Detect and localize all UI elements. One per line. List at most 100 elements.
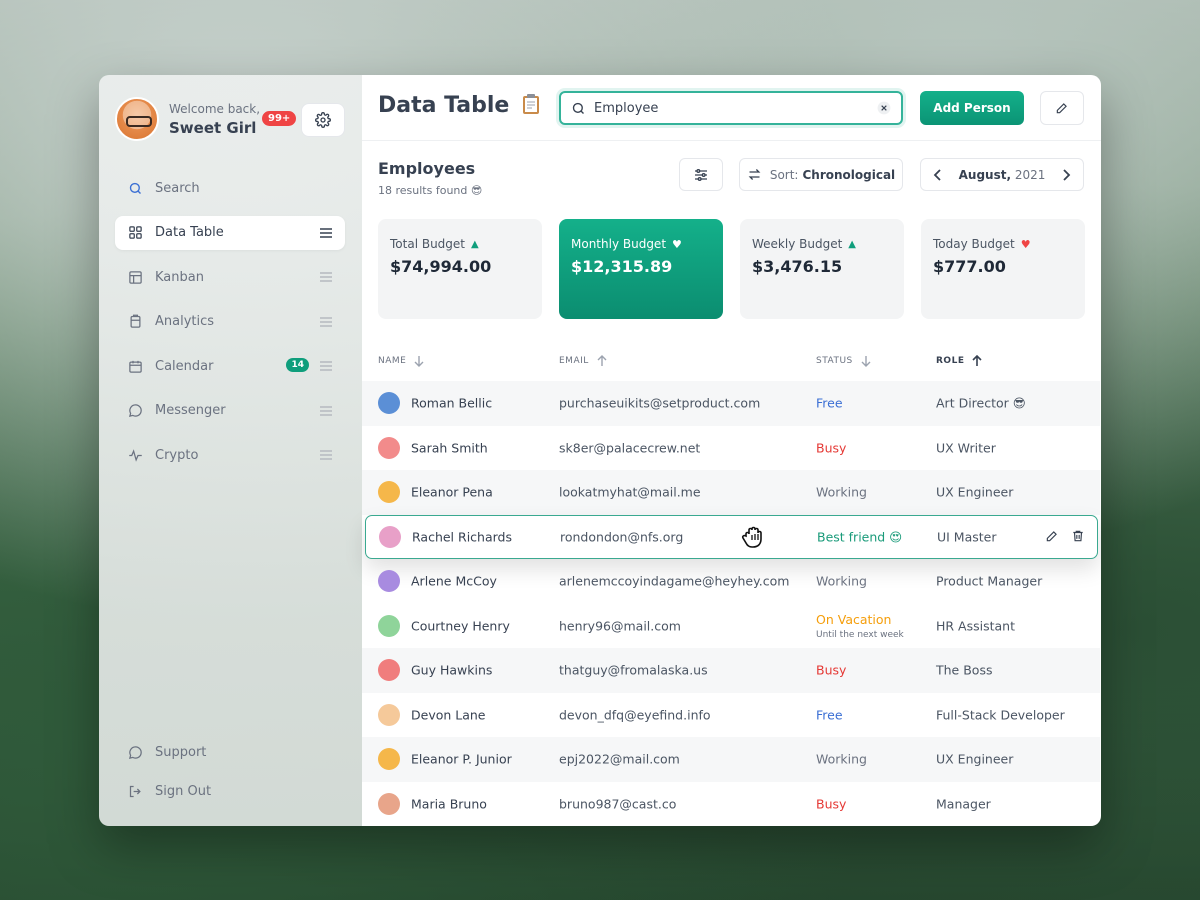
table-body: Roman Bellic purchaseuikits@setproduct.c… bbox=[362, 381, 1100, 826]
drag-handle-icon[interactable] bbox=[319, 227, 333, 243]
topbar: Data Table Add Person bbox=[362, 75, 1101, 141]
filter-button[interactable] bbox=[679, 158, 723, 191]
notification-badge[interactable]: 99+ bbox=[262, 111, 297, 126]
column-name[interactable]: NAME bbox=[378, 355, 424, 367]
pencil-icon[interactable] bbox=[1045, 529, 1059, 543]
avatar bbox=[378, 703, 400, 726]
user-profile[interactable]: Welcome back, Sweet Girl bbox=[115, 97, 260, 141]
drag-handle-icon[interactable] bbox=[319, 449, 333, 465]
month-picker[interactable]: August, 2021 bbox=[920, 158, 1084, 191]
add-person-button[interactable]: Add Person bbox=[920, 91, 1024, 125]
card-label: Monthly Budget bbox=[571, 237, 667, 251]
budget-card-weekly[interactable]: Weekly Budget ▲ $3,476.15 bbox=[740, 219, 904, 319]
drag-handle-icon[interactable] bbox=[319, 316, 333, 332]
row-status: Busy bbox=[816, 796, 847, 812]
arrow-down-icon bbox=[861, 356, 871, 367]
table-row[interactable]: Maria Bruno bruno987@cast.co Busy Manage… bbox=[362, 782, 1100, 827]
search-icon bbox=[127, 180, 143, 196]
clipboard-icon bbox=[521, 93, 541, 121]
chevron-right-icon[interactable] bbox=[1061, 168, 1071, 181]
card-value: $3,476.15 bbox=[752, 257, 843, 276]
sidebar-item-crypto[interactable]: Crypto bbox=[115, 438, 345, 472]
username: Sweet Girl bbox=[169, 118, 257, 137]
status-text: On Vacation bbox=[816, 611, 892, 627]
row-role: Art Director 😎 bbox=[936, 395, 1026, 411]
budget-card-today[interactable]: Today Budget ♥ $777.00 bbox=[921, 219, 1085, 319]
row-status: Working bbox=[816, 484, 867, 500]
row-role: Manager bbox=[936, 796, 991, 812]
calendar-count-badge: 14 bbox=[286, 358, 309, 372]
drag-handle-icon[interactable] bbox=[319, 360, 333, 376]
calendar-icon bbox=[127, 358, 143, 374]
sidebar-item-messenger[interactable]: Messenger bbox=[115, 394, 345, 428]
table-row[interactable]: Guy Hawkins thatguy@fromalaska.us Busy T… bbox=[362, 648, 1100, 693]
card-label: Today Budget bbox=[933, 237, 1015, 251]
section-header: Employees 18 results found 😎 bbox=[378, 159, 482, 197]
column-label: ROLE bbox=[936, 356, 965, 366]
status-note: Until the next week bbox=[816, 629, 904, 640]
table-row[interactable]: Eleanor Pena lookatmyhat@mail.me Working… bbox=[362, 470, 1100, 515]
sidebar: Welcome back, Sweet Girl 99+ Search Data… bbox=[99, 75, 362, 826]
up-arrow-icon: ▲ bbox=[471, 238, 479, 250]
chevron-left-icon[interactable] bbox=[933, 168, 943, 181]
card-value: $12,315.89 bbox=[571, 257, 673, 276]
column-status[interactable]: STATUS bbox=[816, 355, 871, 367]
row-name: Sarah Smith bbox=[411, 440, 488, 456]
row-status: On Vacation Until the next week bbox=[816, 612, 904, 640]
edit-button[interactable] bbox=[1040, 91, 1084, 125]
column-email[interactable]: EMAIL bbox=[559, 355, 607, 367]
gear-icon bbox=[315, 112, 331, 128]
pencil-icon bbox=[1056, 103, 1067, 114]
sidebar-item-label: Kanban bbox=[155, 269, 204, 285]
budget-card-total[interactable]: Total Budget ▲ $74,994.00 bbox=[378, 219, 542, 319]
trash-icon[interactable] bbox=[1071, 529, 1085, 543]
table-row[interactable]: Sarah Smith sk8er@palacecrew.net Busy UX… bbox=[362, 426, 1100, 471]
table-header: NAME EMAIL STATUS ROLE bbox=[362, 343, 1100, 381]
row-email: lookatmyhat@mail.me bbox=[559, 484, 701, 500]
arrow-down-icon bbox=[414, 356, 424, 367]
sidebar-item-search[interactable]: Search bbox=[115, 171, 345, 205]
sidebar-item-label: Calendar bbox=[155, 358, 214, 374]
card-value: $777.00 bbox=[933, 257, 1006, 276]
table-row-selected[interactable]: Rachel Richards rondondon@nfs.org Best f… bbox=[365, 514, 1098, 559]
budget-cards: Total Budget ▲ $74,994.00 Monthly Budget ♥… bbox=[378, 219, 1101, 319]
search-icon bbox=[572, 102, 584, 114]
card-label: Weekly Budget bbox=[752, 237, 843, 251]
table-row[interactable]: Courtney Henry henry96@mail.com On Vacat… bbox=[362, 604, 1100, 649]
card-label-row: Monthly Budget ♥ bbox=[571, 237, 711, 251]
column-label: EMAIL bbox=[559, 356, 589, 366]
table-row[interactable]: Eleanor P. Junior epj2022@mail.com Worki… bbox=[362, 737, 1100, 782]
avatar bbox=[379, 525, 401, 548]
search-field[interactable] bbox=[559, 91, 903, 125]
sign-out-icon bbox=[127, 783, 143, 799]
sidebar-item-analytics[interactable]: Analytics bbox=[115, 305, 345, 339]
drag-handle-icon[interactable] bbox=[319, 271, 333, 287]
column-role[interactable]: ROLE bbox=[936, 355, 983, 367]
row-email: arlenemccoyindagame@heyhey.com bbox=[559, 573, 790, 589]
row-actions bbox=[1045, 529, 1085, 543]
chat-icon bbox=[127, 403, 143, 419]
row-name: Courtney Henry bbox=[411, 618, 510, 634]
row-name: Roman Bellic bbox=[411, 395, 493, 411]
table-row[interactable]: Roman Bellic purchaseuikits@setproduct.c… bbox=[362, 381, 1100, 426]
sidebar-item-label: Support bbox=[155, 744, 207, 760]
sidebar-item-calendar[interactable]: Calendar 14 bbox=[115, 349, 345, 383]
heart-icon: ♥ bbox=[1020, 237, 1031, 251]
budget-card-monthly[interactable]: Monthly Budget ♥ $12,315.89 bbox=[559, 219, 723, 319]
row-email: devon_dfq@eyefind.info bbox=[559, 707, 711, 723]
sidebar-item-data-table[interactable]: Data Table bbox=[115, 215, 345, 250]
sort-button[interactable]: Sort: Chronological bbox=[739, 158, 903, 191]
sidebar-item-sign-out[interactable]: Sign Out bbox=[115, 774, 345, 808]
sidebar-item-support[interactable]: Support bbox=[115, 735, 345, 769]
month-label: August, 2021 bbox=[959, 168, 1046, 182]
search-input[interactable] bbox=[594, 100, 877, 116]
avatar bbox=[378, 570, 400, 593]
table-row[interactable]: Arlene McCoy arlenemccoyindagame@heyhey.… bbox=[362, 559, 1100, 604]
settings-button[interactable] bbox=[301, 103, 345, 137]
clear-icon[interactable] bbox=[877, 101, 891, 115]
page-title-text: Data Table bbox=[378, 93, 510, 118]
swap-icon bbox=[748, 169, 761, 180]
drag-handle-icon[interactable] bbox=[319, 405, 333, 421]
sidebar-item-kanban[interactable]: Kanban bbox=[115, 260, 345, 294]
table-row[interactable]: Devon Lane devon_dfq@eyefind.info Free F… bbox=[362, 693, 1100, 738]
